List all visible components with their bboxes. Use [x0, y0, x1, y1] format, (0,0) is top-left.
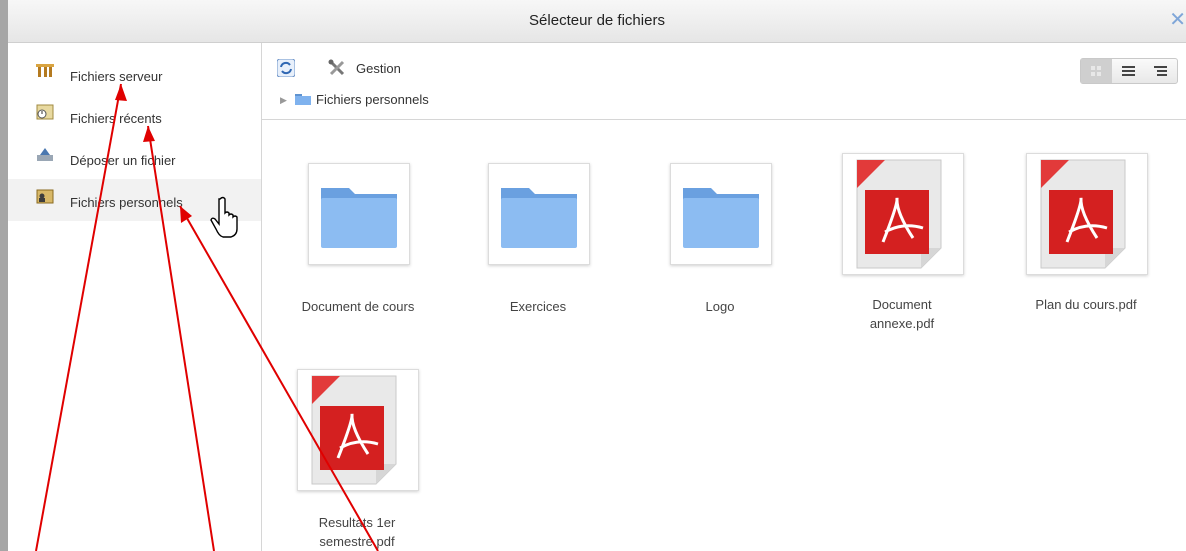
annotation-arrows [35, 83, 379, 551]
